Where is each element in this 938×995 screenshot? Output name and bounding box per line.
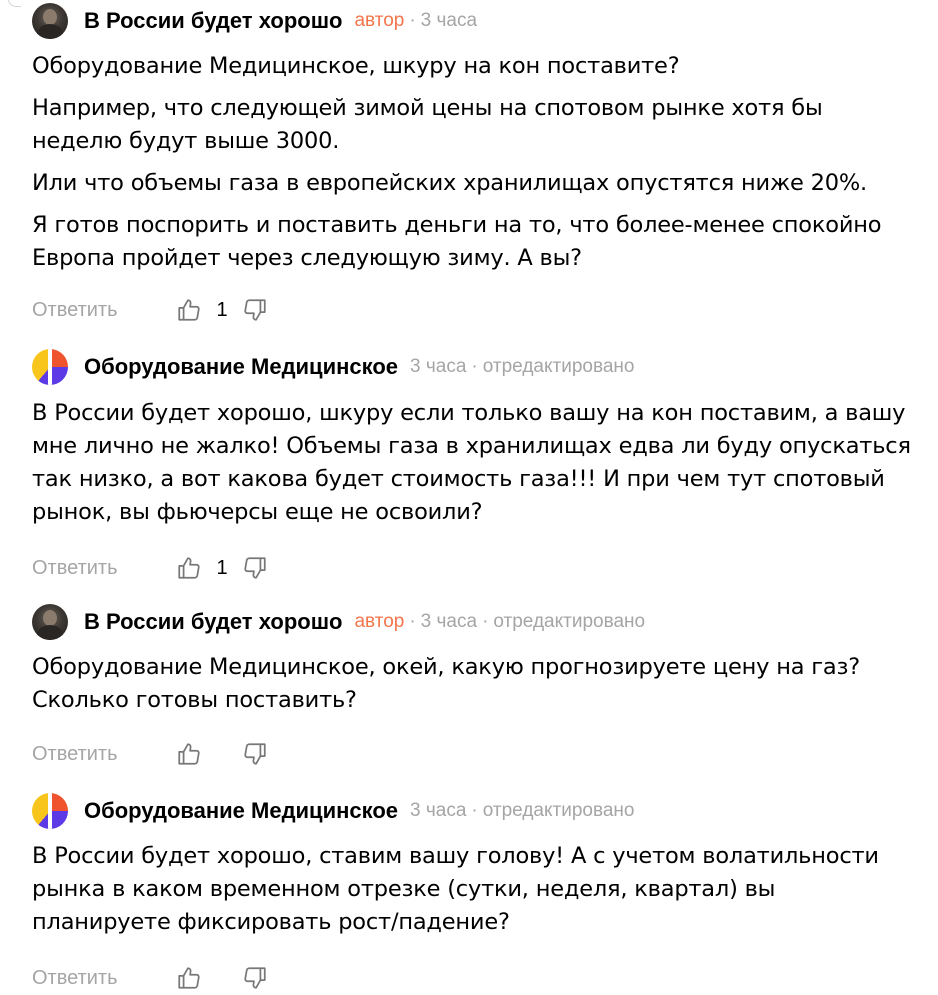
separator-dot: · [471, 356, 478, 377]
author-name[interactable]: В России будет хорошо [84, 609, 342, 635]
reply-button[interactable]: Ответить [32, 743, 175, 766]
edited-label: отредактировано [493, 611, 646, 632]
comment: Оборудование Медицинское 3 часа · отреда… [32, 792, 912, 995]
edited-label: отредактировано [482, 356, 635, 377]
thumbs-down-icon[interactable] [241, 296, 269, 324]
comment-paragraph: Оборудование Медицинское, окей, какую пр… [32, 654, 860, 713]
comment-paragraph: Я готов поспорить и поставить деньги на … [32, 212, 882, 271]
comment-actions: Ответить 1 [32, 293, 912, 327]
comment-paragraph: В России будет хорошо, шкуру если только… [32, 400, 911, 525]
avatar[interactable] [32, 604, 68, 640]
author-name[interactable]: В России будет хорошо [84, 8, 342, 34]
comment-time: 3 часа [410, 800, 467, 821]
thread-connector-line [8, 0, 21, 7]
comment: Оборудование Медицинское 3 часа · отреда… [32, 348, 912, 585]
thumbs-down-icon[interactable] [241, 740, 269, 768]
thumbs-up-icon[interactable] [175, 964, 203, 992]
reply-button[interactable]: Ответить [32, 967, 175, 990]
comment: В России будет хорошо автор · 3 часа Обо… [32, 2, 912, 327]
comment-actions: Ответить 1 [32, 551, 912, 585]
comment-paragraph: В России будет хорошо, ставим вашу голов… [32, 843, 879, 935]
comment-paragraph: Оборудование Медицинское, шкуру на кон п… [32, 53, 680, 79]
author-name[interactable]: Оборудование Медицинское [84, 798, 398, 824]
comment-header: В России будет хорошо автор · 3 часа · о… [32, 603, 912, 641]
author-badge: автор [354, 611, 405, 632]
comment-body: В России будет хорошо, ставим вашу голов… [32, 840, 912, 939]
comment: В России будет хорошо автор · 3 часа · о… [32, 603, 912, 771]
comment-paragraph: Например, что следующей зимой цены на сп… [32, 95, 823, 154]
comment-time: 3 часа [420, 10, 478, 31]
comment-paragraph: Или что объемы газа в европейских хранил… [32, 170, 867, 196]
author-name[interactable]: Оборудование Медицинское [84, 354, 398, 380]
comment-body: Оборудование Медицинское, шкуру на кон п… [32, 50, 912, 275]
separator-dot: · [471, 800, 478, 821]
separator-dot: · [482, 611, 489, 632]
comment-header: Оборудование Медицинское 3 часа · отреда… [32, 348, 912, 386]
comment-body: Оборудование Медицинское, окей, какую пр… [32, 651, 912, 717]
comment-time: 3 часа [410, 356, 467, 377]
author-badge: автор [354, 10, 405, 31]
thumbs-down-icon[interactable] [241, 554, 269, 582]
separator-dot: · [409, 10, 416, 31]
comment-header: Оборудование Медицинское 3 часа · отреда… [32, 792, 912, 830]
comment-actions: Ответить [32, 961, 912, 995]
avatar[interactable] [32, 349, 68, 385]
thumbs-up-icon[interactable] [175, 740, 203, 768]
reply-button[interactable]: Ответить [32, 299, 175, 322]
comment-header: В России будет хорошо автор · 3 часа [32, 2, 912, 40]
thumbs-down-icon[interactable] [241, 964, 269, 992]
comment-body: В России будет хорошо, шкуру если только… [32, 397, 912, 529]
comment-time: 3 часа [420, 611, 478, 632]
edited-label: отредактировано [482, 800, 635, 821]
reply-button[interactable]: Ответить [32, 557, 175, 580]
avatar[interactable] [32, 3, 68, 39]
thumbs-up-icon[interactable] [175, 554, 203, 582]
avatar[interactable] [32, 793, 68, 829]
comment-actions: Ответить [32, 737, 912, 771]
like-count: 1 [216, 298, 228, 321]
separator-dot: · [409, 611, 416, 632]
thumbs-up-icon[interactable] [175, 296, 203, 324]
like-count: 1 [216, 556, 228, 579]
